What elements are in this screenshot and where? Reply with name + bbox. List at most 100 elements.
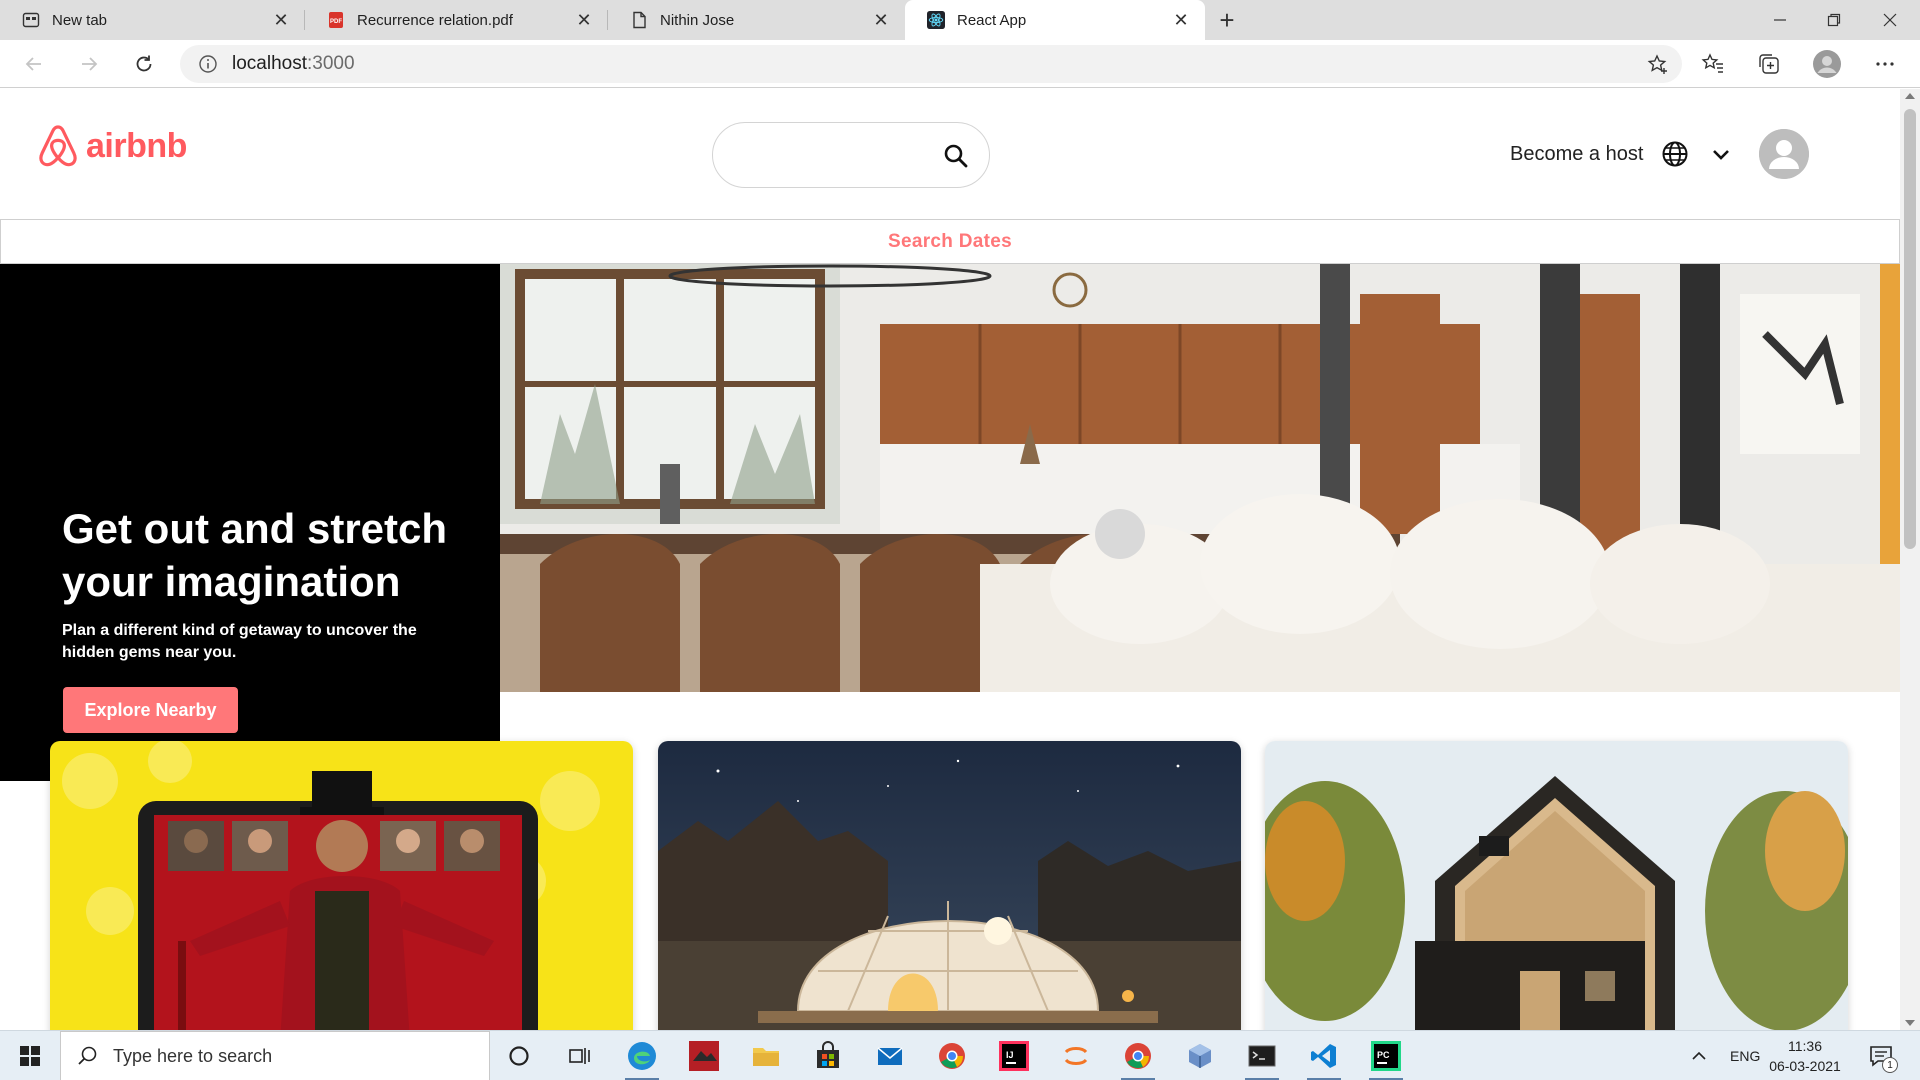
close-icon[interactable]: ✕ xyxy=(871,10,891,30)
taskbar-terminal[interactable] xyxy=(1243,1037,1281,1080)
jupyter-icon xyxy=(1064,1047,1088,1065)
svg-text:IJ: IJ xyxy=(1006,1050,1014,1060)
profile-button[interactable] xyxy=(1810,48,1844,80)
taskbar-store[interactable] xyxy=(809,1037,847,1075)
scroll-up-icon[interactable] xyxy=(1905,93,1915,99)
clock-date: 06-03-2021 xyxy=(1769,1058,1841,1074)
taskbar-pycharm[interactable]: PC xyxy=(1367,1037,1405,1080)
collections-button[interactable] xyxy=(1752,48,1786,80)
page-viewport: airbnb Become a host Search Dates Get ou… xyxy=(0,89,1900,1030)
card-online-experiences[interactable] xyxy=(50,741,633,1030)
clock-time: 11:36 xyxy=(1788,1038,1822,1054)
start-button[interactable] xyxy=(0,1031,60,1080)
card-entire-homes[interactable] xyxy=(1265,741,1848,1030)
search-icon[interactable] xyxy=(943,143,969,169)
chevron-down-icon[interactable] xyxy=(1711,144,1731,164)
taskbar-file-explorer[interactable] xyxy=(747,1037,785,1075)
globe-icon[interactable] xyxy=(1661,140,1689,168)
airbnb-logo[interactable]: airbnb xyxy=(36,123,187,169)
restore-button[interactable] xyxy=(1806,0,1862,40)
tab-nithin-jose[interactable]: Nithin Jose ✕ xyxy=(608,0,905,40)
address-bar[interactable]: localhost:3000 xyxy=(180,45,1682,83)
page-scrollbar[interactable] xyxy=(1900,89,1920,1030)
minimize-button[interactable] xyxy=(1752,0,1808,40)
refresh-icon xyxy=(136,55,152,72)
favorites-icon xyxy=(1701,53,1723,73)
info-icon[interactable] xyxy=(198,54,218,74)
scroll-down-icon[interactable] xyxy=(1905,1020,1915,1026)
tab-new-tab[interactable]: New tab ✕ xyxy=(0,0,305,40)
store-icon xyxy=(817,1041,839,1068)
terminal-icon xyxy=(1248,1045,1276,1067)
profile-icon xyxy=(1813,50,1841,78)
header-actions: Become a host xyxy=(1510,129,1810,179)
taskbar-vscode[interactable] xyxy=(1305,1037,1343,1080)
taskbar-chrome-2[interactable] xyxy=(1119,1037,1157,1080)
notification-count: 1 xyxy=(1882,1057,1898,1073)
taskbar-edge[interactable] xyxy=(623,1037,661,1080)
taskbar-app-1[interactable] xyxy=(685,1037,723,1075)
notifications-button[interactable]: 1 xyxy=(1868,1031,1898,1080)
become-host-link[interactable]: Become a host xyxy=(1510,143,1643,166)
tab-title: React App xyxy=(957,11,1027,29)
restore-icon xyxy=(1827,13,1841,27)
collections-icon xyxy=(1759,54,1779,74)
forward-button[interactable] xyxy=(73,48,105,80)
explore-nearby-button[interactable]: Explore Nearby xyxy=(63,687,238,733)
pycharm-icon: PC xyxy=(1371,1041,1401,1071)
wooden-cabin-photo xyxy=(1265,741,1848,1030)
newtab-icon xyxy=(22,11,40,29)
new-tab-button[interactable]: + xyxy=(1213,5,1241,35)
task-view-icon xyxy=(569,1048,590,1064)
back-arrow-icon xyxy=(25,57,41,71)
task-view-button[interactable] xyxy=(561,1037,599,1075)
airbnb-logo-icon xyxy=(39,125,77,167)
search-dates-label: Search Dates xyxy=(887,230,1012,252)
close-icon[interactable]: ✕ xyxy=(574,10,594,30)
taskbar-mail[interactable] xyxy=(871,1037,909,1075)
chevron-up-icon[interactable] xyxy=(1690,1047,1708,1065)
chrome-icon xyxy=(1125,1043,1151,1069)
close-icon[interactable]: ✕ xyxy=(271,10,291,30)
taskbar-jupyter[interactable] xyxy=(1057,1037,1095,1075)
close-icon[interactable]: ✕ xyxy=(1171,10,1191,30)
favorites-button[interactable] xyxy=(1696,48,1730,80)
react-icon xyxy=(927,11,945,29)
forward-arrow-icon xyxy=(82,57,98,71)
windows-taskbar: Type here to search IJ PC ENG 11:36 06-0… xyxy=(0,1030,1920,1080)
settings-more-button[interactable] xyxy=(1868,48,1902,80)
close-window-button[interactable] xyxy=(1862,0,1918,40)
taskbar-chrome-1[interactable] xyxy=(933,1037,971,1075)
browser-toolbar: localhost:3000 xyxy=(0,40,1920,88)
tab-react-app[interactable]: React App ✕ xyxy=(905,0,1205,40)
minimize-icon xyxy=(1774,19,1786,21)
tab-pdf[interactable]: PDF Recurrence relation.pdf ✕ xyxy=(305,0,608,40)
taskbar-virtualbox[interactable] xyxy=(1181,1037,1219,1075)
kitchen-interior-photo xyxy=(500,264,1900,692)
search-icon xyxy=(78,1046,97,1065)
taskbar-search[interactable]: Type here to search xyxy=(60,1031,490,1080)
edge-icon xyxy=(628,1042,656,1070)
taskbar-search-placeholder: Type here to search xyxy=(113,1045,273,1066)
cortana-icon xyxy=(509,1046,529,1066)
taskbar-intellij[interactable]: IJ xyxy=(995,1037,1033,1075)
search-input[interactable] xyxy=(735,141,925,171)
language-indicator[interactable]: ENG xyxy=(1730,1048,1760,1064)
online-experiences-photo xyxy=(50,741,633,1030)
back-button[interactable] xyxy=(18,48,50,80)
url-text: localhost:3000 xyxy=(232,53,355,74)
card-unique-stays[interactable] xyxy=(658,741,1241,1030)
folder-icon xyxy=(753,1048,779,1066)
pdf-icon: PDF xyxy=(327,11,345,29)
clock[interactable]: 11:36 06-03-2021 xyxy=(1760,1036,1850,1076)
hero-headline: Get out and stretch your imagination xyxy=(62,505,448,605)
search-dates-button[interactable]: Search Dates xyxy=(0,219,1900,264)
chrome-icon xyxy=(939,1043,965,1069)
hero-subtext: Plan a different kind of getaway to unco… xyxy=(62,622,417,661)
cortana-button[interactable] xyxy=(500,1037,538,1075)
hero-image xyxy=(500,264,1900,692)
refresh-button[interactable] xyxy=(128,48,160,80)
avatar[interactable] xyxy=(1759,129,1810,179)
scrollbar-thumb[interactable] xyxy=(1904,109,1916,549)
add-favorite-icon[interactable] xyxy=(1646,53,1670,77)
